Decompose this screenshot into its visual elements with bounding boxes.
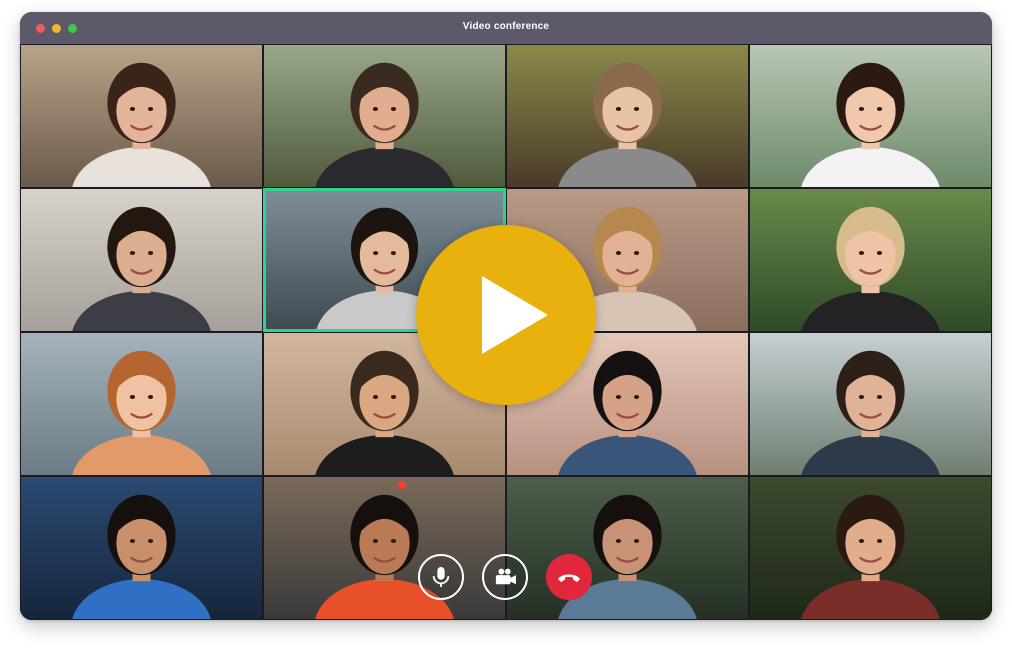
title-bar: Video conference — [20, 12, 992, 44]
participant-tile[interactable] — [20, 476, 263, 620]
participant-tile[interactable] — [749, 476, 992, 620]
participant-video — [507, 45, 748, 187]
participant-video — [264, 45, 505, 187]
participant-tile[interactable] — [749, 332, 992, 476]
participant-video — [750, 477, 991, 619]
participant-video — [21, 333, 262, 475]
play-icon — [482, 276, 548, 354]
window-title: Video conference — [462, 21, 550, 32]
participant-video — [750, 45, 991, 187]
mute-microphone-button[interactable] — [418, 554, 464, 600]
participant-tile[interactable] — [263, 44, 506, 188]
participant-video — [21, 45, 262, 187]
end-call-button[interactable] — [546, 554, 592, 600]
participant-tile[interactable] — [749, 188, 992, 332]
participant-video — [21, 189, 262, 331]
toggle-camera-button[interactable] — [482, 554, 528, 600]
participant-tile[interactable] — [749, 44, 992, 188]
participant-video — [750, 189, 991, 331]
video-camera-icon — [495, 568, 516, 585]
participant-tile[interactable] — [20, 188, 263, 332]
microphone-icon — [432, 566, 450, 588]
participant-tile[interactable] — [20, 332, 263, 476]
participant-tile[interactable] — [20, 44, 263, 188]
play-video-button[interactable] — [416, 225, 596, 405]
hang-up-phone-icon — [558, 574, 580, 582]
call-controls — [416, 554, 596, 604]
participant-video — [21, 477, 262, 619]
participant-video — [750, 333, 991, 475]
recording-indicator-icon — [398, 481, 406, 489]
participant-tile[interactable] — [506, 44, 749, 188]
